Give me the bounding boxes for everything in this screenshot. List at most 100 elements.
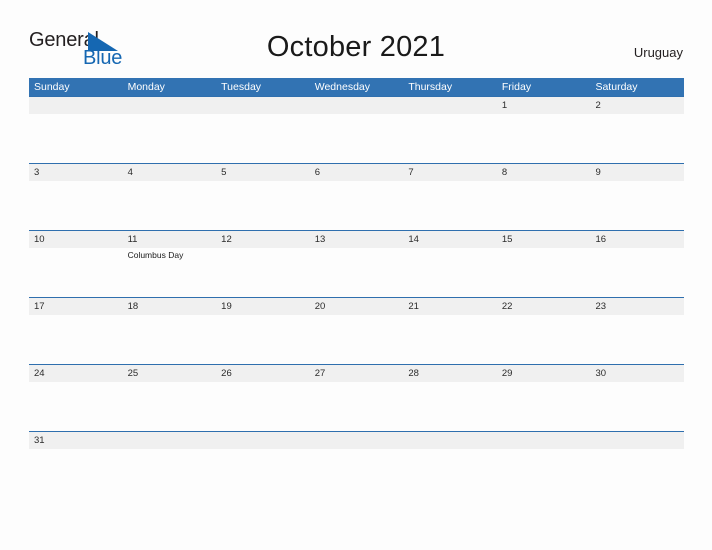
day-cell-event bbox=[590, 114, 684, 162]
calendar-week-row: 17 18 19 20 21 22 23 bbox=[29, 297, 684, 364]
day-cell-event bbox=[310, 449, 404, 461]
day-cell-number[interactable] bbox=[29, 97, 123, 114]
day-cell-number[interactable] bbox=[216, 97, 310, 114]
day-cell-number[interactable]: 1 bbox=[497, 97, 591, 114]
day-cell-event bbox=[216, 181, 310, 229]
calendar-week-row: 31 bbox=[29, 431, 684, 461]
day-cell-number[interactable]: 10 bbox=[29, 231, 123, 248]
day-cell-number[interactable]: 13 bbox=[310, 231, 404, 248]
day-cell-event bbox=[590, 181, 684, 229]
day-cell-event bbox=[29, 114, 123, 162]
day-cell-number[interactable]: 17 bbox=[29, 298, 123, 315]
day-cell-number[interactable]: 29 bbox=[497, 365, 591, 382]
day-cell-number[interactable] bbox=[216, 432, 310, 449]
day-cell-event bbox=[403, 382, 497, 430]
day-cell-event bbox=[216, 449, 310, 461]
day-cell-number[interactable] bbox=[403, 432, 497, 449]
day-cell-number[interactable]: 23 bbox=[590, 298, 684, 315]
day-cell-event bbox=[216, 248, 310, 296]
day-cell-number[interactable]: 11 bbox=[123, 231, 217, 248]
day-cell-event bbox=[29, 315, 123, 363]
day-cell-event bbox=[590, 382, 684, 430]
day-cell-number[interactable] bbox=[310, 432, 404, 449]
day-cell-number[interactable]: 7 bbox=[403, 164, 497, 181]
weekday-sunday: Sunday bbox=[34, 81, 70, 93]
day-cell-event bbox=[310, 315, 404, 363]
week-event-area bbox=[29, 382, 684, 430]
calendar-week-row: 1 2 bbox=[29, 96, 684, 163]
weekday-friday: Friday bbox=[501, 81, 532, 93]
week-date-strip: 24 25 26 27 28 29 30 bbox=[29, 365, 684, 382]
day-cell-event bbox=[403, 181, 497, 229]
day-cell-number[interactable] bbox=[403, 97, 497, 114]
day-cell-number[interactable]: 26 bbox=[216, 365, 310, 382]
day-cell-event bbox=[497, 181, 591, 229]
week-event-area bbox=[29, 181, 684, 229]
day-cell-number[interactable]: 21 bbox=[403, 298, 497, 315]
day-cell-number[interactable]: 27 bbox=[310, 365, 404, 382]
calendar-week-row: 24 25 26 27 28 29 30 bbox=[29, 364, 684, 431]
day-cell-event bbox=[29, 181, 123, 229]
day-cell-number[interactable]: 5 bbox=[216, 164, 310, 181]
day-cell-number[interactable]: 18 bbox=[123, 298, 217, 315]
day-cell-number[interactable]: 6 bbox=[310, 164, 404, 181]
week-event-area bbox=[29, 315, 684, 363]
day-cell-event bbox=[310, 382, 404, 430]
day-cell-number[interactable]: 28 bbox=[403, 365, 497, 382]
day-cell-number[interactable] bbox=[123, 432, 217, 449]
day-cell-event bbox=[123, 449, 217, 461]
day-cell-event bbox=[497, 382, 591, 430]
day-cell-event bbox=[216, 315, 310, 363]
day-cell-event bbox=[497, 449, 591, 461]
day-cell-number[interactable]: 22 bbox=[497, 298, 591, 315]
day-cell-number[interactable]: 24 bbox=[29, 365, 123, 382]
day-cell-number[interactable]: 31 bbox=[29, 432, 123, 449]
weekday-thursday: Thursday bbox=[408, 81, 453, 93]
day-cell-event bbox=[590, 248, 684, 296]
day-cell-event bbox=[123, 114, 217, 162]
calendar-page: General Blue October 2021 Uruguay Sunday… bbox=[0, 0, 712, 550]
calendar-grid: Sunday Monday Tuesday Wednesday Thursday… bbox=[29, 78, 684, 461]
day-cell-number[interactable]: 15 bbox=[497, 231, 591, 248]
day-cell-number[interactable]: 2 bbox=[590, 97, 684, 114]
day-cell-event bbox=[29, 248, 123, 296]
page-header: General Blue October 2021 Uruguay bbox=[0, 0, 712, 78]
day-cell-number[interactable] bbox=[590, 432, 684, 449]
day-cell-event bbox=[497, 248, 591, 296]
day-cell-number[interactable]: 19 bbox=[216, 298, 310, 315]
day-cell-event bbox=[123, 315, 217, 363]
week-event-area bbox=[29, 114, 684, 162]
day-cell-number[interactable]: 16 bbox=[590, 231, 684, 248]
day-cell-number[interactable]: 14 bbox=[403, 231, 497, 248]
day-cell-event bbox=[310, 181, 404, 229]
day-cell-number[interactable]: 12 bbox=[216, 231, 310, 248]
day-cell-number[interactable]: 9 bbox=[590, 164, 684, 181]
day-cell-event bbox=[123, 382, 217, 430]
day-cell-number[interactable] bbox=[497, 432, 591, 449]
weekday-saturday: Saturday bbox=[595, 81, 638, 93]
day-cell-event bbox=[216, 382, 310, 430]
day-cell-event bbox=[403, 114, 497, 162]
day-cell-event bbox=[403, 248, 497, 296]
day-cell-event-columbus-day: Columbus Day bbox=[127, 250, 184, 260]
day-cell-number[interactable] bbox=[310, 97, 404, 114]
weekday-wednesday: Wednesday bbox=[314, 81, 370, 93]
country-label: Uruguay bbox=[633, 45, 683, 60]
day-cell-number[interactable] bbox=[123, 97, 217, 114]
week-event-area bbox=[29, 449, 684, 461]
day-cell-number[interactable]: 20 bbox=[310, 298, 404, 315]
day-cell-event bbox=[497, 315, 591, 363]
weekday-header-row: Sunday Monday Tuesday Wednesday Thursday… bbox=[29, 78, 684, 96]
week-date-strip: 10 11 12 13 14 15 16 bbox=[29, 231, 684, 248]
day-cell-number[interactable]: 3 bbox=[29, 164, 123, 181]
day-cell-number[interactable]: 8 bbox=[497, 164, 591, 181]
day-cell-number[interactable]: 30 bbox=[590, 365, 684, 382]
day-cell-number[interactable]: 25 bbox=[123, 365, 217, 382]
day-cell-number[interactable]: 4 bbox=[123, 164, 217, 181]
week-date-strip: 31 bbox=[29, 432, 684, 449]
day-cell-event bbox=[29, 449, 123, 461]
day-cell-event bbox=[590, 315, 684, 363]
weekday-tuesday: Tuesday bbox=[221, 81, 262, 93]
weekday-monday: Monday bbox=[127, 81, 165, 93]
page-title: October 2021 bbox=[266, 31, 446, 63]
